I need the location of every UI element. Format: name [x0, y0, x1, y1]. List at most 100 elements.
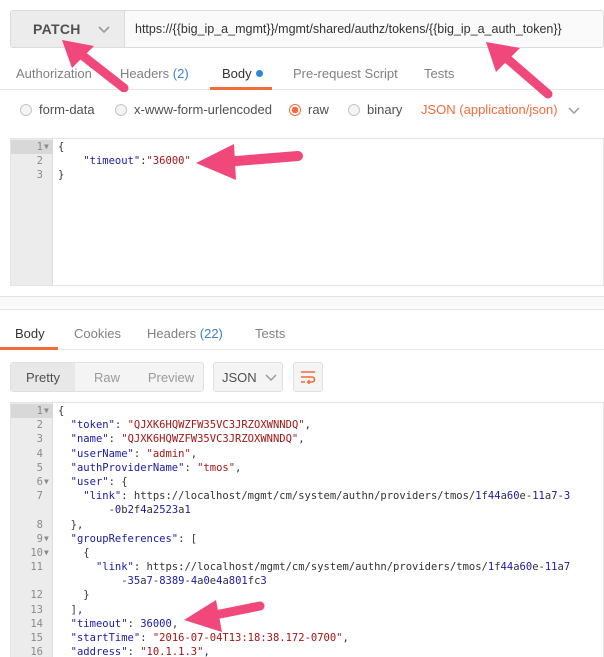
- line-number: 2: [36, 155, 43, 168]
- view-raw-button[interactable]: Raw: [75, 363, 139, 391]
- pane-divider[interactable]: [0, 296, 604, 310]
- tab-cookies[interactable]: Cookies: [74, 326, 121, 341]
- chevron-down-icon: [568, 106, 580, 114]
- code-line: 14 "timeout": 36000,: [11, 617, 603, 631]
- method-label: PATCH: [33, 21, 81, 37]
- view-preview-button[interactable]: Preview: [139, 363, 203, 391]
- code-text: "authProviderName": "tmos",: [70, 461, 242, 474]
- tab-authorization[interactable]: Authorization: [16, 66, 92, 81]
- code-line: 11 "link": https://localhost/mgmt/cm/sys…: [11, 560, 603, 574]
- line-number: 14: [30, 617, 43, 630]
- tab-response-headers[interactable]: Headers (22): [147, 326, 223, 341]
- code-line: 4 "userName": "admin",: [11, 447, 603, 461]
- code-line: 15 "startTime": "2016-07-04T13:18:38.172…: [11, 631, 603, 645]
- format-select[interactable]: JSON: [213, 362, 283, 392]
- code-line: 5 "authProviderName": "tmos",: [11, 461, 603, 475]
- line-number: 3: [36, 169, 43, 182]
- response-body-viewer[interactable]: 1 ▼{2 "token": "QJXK6HQWZFW35VC3JRZOXWNND…: [10, 402, 604, 657]
- content-type-select[interactable]: JSON (application/json): [421, 102, 580, 117]
- radio-selected-icon: [289, 103, 301, 116]
- line-number: 1: [36, 405, 43, 417]
- radio-x-www-form-urlencoded[interactable]: x-www-form-urlencoded: [115, 102, 272, 117]
- line-number: 8: [36, 518, 43, 531]
- request-url-bar: PATCH https://{{big_ip_a_mgmt}}/mgmt/sha…: [10, 10, 604, 48]
- method-select[interactable]: PATCH: [11, 11, 125, 47]
- fold-toggle-icon[interactable]: ▼: [44, 475, 49, 489]
- code-text: -35a7-8389-4a0e4a801fc3: [58, 575, 267, 588]
- code-text: "link": https://localhost/mgmt/cm/system…: [95, 561, 571, 574]
- modified-dot-icon: [255, 70, 263, 77]
- code-line: 7 "link": https://localhost/mgmt/cm/syst…: [11, 489, 603, 503]
- code-text: {: [58, 546, 90, 559]
- line-number: 16: [30, 646, 43, 657]
- wrap-lines-icon: [301, 371, 316, 384]
- line-number: 11: [30, 561, 43, 574]
- code-line: 1 ▼ {: [11, 140, 603, 155]
- chevron-down-icon: [98, 26, 110, 34]
- tab-pre-request-script[interactable]: Pre-request Script: [293, 66, 398, 81]
- code-text: {: [58, 141, 65, 153]
- active-tab-indicator: [210, 87, 272, 90]
- radio-circle-icon: [20, 103, 32, 116]
- active-tab-indicator: [0, 347, 58, 350]
- line-number: 4: [36, 447, 43, 460]
- code-text: -0b2f4a2523a1: [58, 504, 191, 517]
- code-text: }: [58, 589, 90, 602]
- code-line: 13 ],: [11, 603, 603, 617]
- code-line: -35a7-8389-4a0e4a801fc3: [11, 574, 603, 588]
- body-type-options: form-data x-www-form-urlencoded raw bina…: [0, 100, 604, 122]
- code-text: {: [58, 405, 65, 417]
- code-line: 9 ▼ "groupReferences": [: [11, 532, 603, 546]
- code-line: 6 ▼ "user": {: [11, 475, 603, 489]
- fold-toggle-icon[interactable]: ▼: [44, 140, 49, 154]
- fold-toggle-icon[interactable]: ▼: [44, 546, 49, 560]
- request-body-editor[interactable]: 1 ▼ {2 "timeout":"36000" 3}: [10, 138, 604, 286]
- radio-form-data[interactable]: form-data: [20, 102, 95, 117]
- code-text: "name": "QJXK6HQWZFW35VC3JRZOXWNNDQ",: [70, 433, 305, 446]
- line-number: 5: [36, 461, 43, 474]
- code-line: 3}: [11, 168, 603, 182]
- fold-toggle-icon[interactable]: ▼: [44, 404, 49, 418]
- code-line: 2 "timeout":"36000": [11, 154, 603, 168]
- view-pretty-button[interactable]: Pretty: [11, 363, 75, 391]
- view-mode-group: Pretty Raw Preview: [10, 362, 204, 392]
- url-input[interactable]: https://{{big_ip_a_mgmt}}/mgmt/shared/au…: [125, 11, 562, 47]
- wrap-lines-button[interactable]: [293, 362, 323, 392]
- code-line: 3 "name": "QJXK6HQWZFW35VC3JRZOXWNNDQ",: [11, 432, 603, 446]
- tab-response-body[interactable]: Body: [15, 326, 45, 341]
- tab-response-tests[interactable]: Tests: [255, 326, 285, 341]
- line-number: 6: [36, 475, 43, 488]
- code-text: "link": https://localhost/mgmt/cm/system…: [83, 490, 571, 503]
- tab-tests[interactable]: Tests: [424, 66, 454, 81]
- line-number: 15: [30, 632, 43, 644]
- line-number: 13: [30, 603, 43, 616]
- code-line: 16 "address": "10.1.1.3",: [11, 645, 603, 657]
- code-text: "userName": "admin",: [70, 447, 198, 460]
- code-text: ],: [58, 603, 84, 616]
- response-tabs: Body Cookies Headers (22) Tests: [0, 318, 604, 350]
- code-line: 8 },: [11, 518, 603, 532]
- code-text: "token": "QJXK6HQWZFW35VC3JRZOXWNNDQ",: [70, 419, 311, 432]
- code-text: "startTime": "2016-07-04T13:18:38.172-07…: [70, 632, 349, 644]
- tab-body[interactable]: Body: [222, 66, 263, 81]
- line-number: 1: [36, 141, 43, 153]
- code-line: 1 ▼ {: [11, 404, 603, 419]
- code-text: "timeout":"36000": [83, 155, 191, 168]
- line-number: 3: [36, 433, 43, 446]
- radio-circle-icon: [115, 103, 127, 116]
- line-number: 9: [36, 532, 43, 545]
- line-number: 12: [30, 589, 43, 602]
- tab-headers[interactable]: Headers (2): [120, 66, 189, 81]
- fold-toggle-icon[interactable]: ▼: [44, 532, 49, 546]
- code-text: "groupReferences": [: [70, 532, 198, 545]
- chevron-down-icon: [265, 374, 277, 382]
- radio-raw[interactable]: raw: [289, 102, 329, 117]
- radio-binary[interactable]: binary: [348, 102, 402, 117]
- line-number: 10: [30, 546, 43, 559]
- code-line: 2 "token": "QJXK6HQWZFW35VC3JRZOXWNNDQ",: [11, 418, 603, 432]
- radio-circle-icon: [348, 103, 360, 116]
- code-text: "address": "10.1.1.3",: [70, 646, 210, 657]
- code-text: "timeout": 36000,: [70, 617, 179, 630]
- line-number: 7: [36, 490, 43, 503]
- code-text: "user": {: [70, 475, 128, 488]
